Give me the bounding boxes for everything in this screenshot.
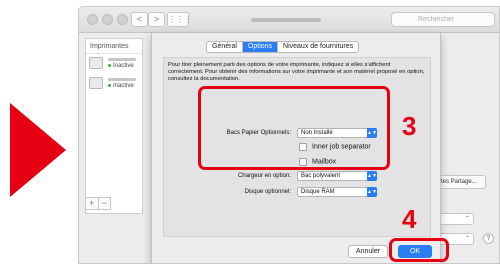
printer-icon <box>89 77 103 89</box>
optional-disk-label: Disque optionnel: <box>244 189 291 195</box>
printer-status: Inactive <box>108 63 134 69</box>
feeder-option-label: Chargeur en option: <box>237 173 291 179</box>
forward-icon[interactable]: > <box>148 12 165 27</box>
add-remove-printer-control: + − <box>85 197 111 210</box>
share-printer-button[interactable]: tes Partage... <box>434 175 486 189</box>
printer-list: Imprimantes Inactive Inactive <box>85 38 143 214</box>
step-4-label: 4 <box>402 204 417 234</box>
title-bar: < > ⋮⋮⋮ Rechercher <box>79 7 499 33</box>
add-printer-button[interactable]: + <box>86 198 98 209</box>
printer-icon <box>89 57 103 69</box>
popup-arrows-icon: ▲▼ <box>367 171 377 181</box>
remove-printer-button[interactable]: − <box>97 198 111 209</box>
show-all-grid-icon[interactable]: ⋮⋮⋮ <box>167 12 192 27</box>
zoom-window-button[interactable] <box>117 14 128 25</box>
search-field[interactable]: Rechercher <box>391 12 495 27</box>
printer-status: Inactive <box>108 83 134 89</box>
feeder-option-select[interactable]: Bac polyvalent ▲▼ <box>297 171 377 181</box>
popup-arrows-icon: ▲▼ <box>367 187 377 197</box>
status-dot-icon <box>108 83 111 87</box>
optional-disk-select[interactable]: Disque RAM ▲▼ <box>297 187 377 197</box>
printer-name-blurred <box>108 78 136 81</box>
ok-highlight-box <box>389 238 449 262</box>
cancel-button[interactable]: Annuler <box>348 245 388 258</box>
step-3-label: 3 <box>402 111 417 141</box>
printer-list-item[interactable]: Inactive <box>86 74 142 94</box>
tab-options[interactable]: Options <box>242 42 279 52</box>
help-button[interactable]: ? <box>483 233 494 244</box>
tab-general[interactable]: Général <box>207 42 243 52</box>
minimize-window-button[interactable] <box>102 14 113 25</box>
pointer-arrow <box>10 103 66 197</box>
printer-name-blurred <box>108 58 136 61</box>
status-dot-icon <box>108 63 111 67</box>
options-highlight-box <box>198 86 390 170</box>
options-description: Pour tirer pleinement parti des options … <box>168 62 425 82</box>
back-icon[interactable]: < <box>131 12 148 27</box>
dialog-tabs: Général Options Niveaux de fournitures <box>206 41 360 53</box>
window-title-blurred <box>251 18 321 22</box>
close-window-button[interactable] <box>87 14 98 25</box>
tab-supply-levels[interactable]: Niveaux de fournitures <box>278 42 358 52</box>
printer-list-item[interactable]: Inactive <box>86 54 142 74</box>
printer-list-header: Imprimantes <box>86 39 142 54</box>
